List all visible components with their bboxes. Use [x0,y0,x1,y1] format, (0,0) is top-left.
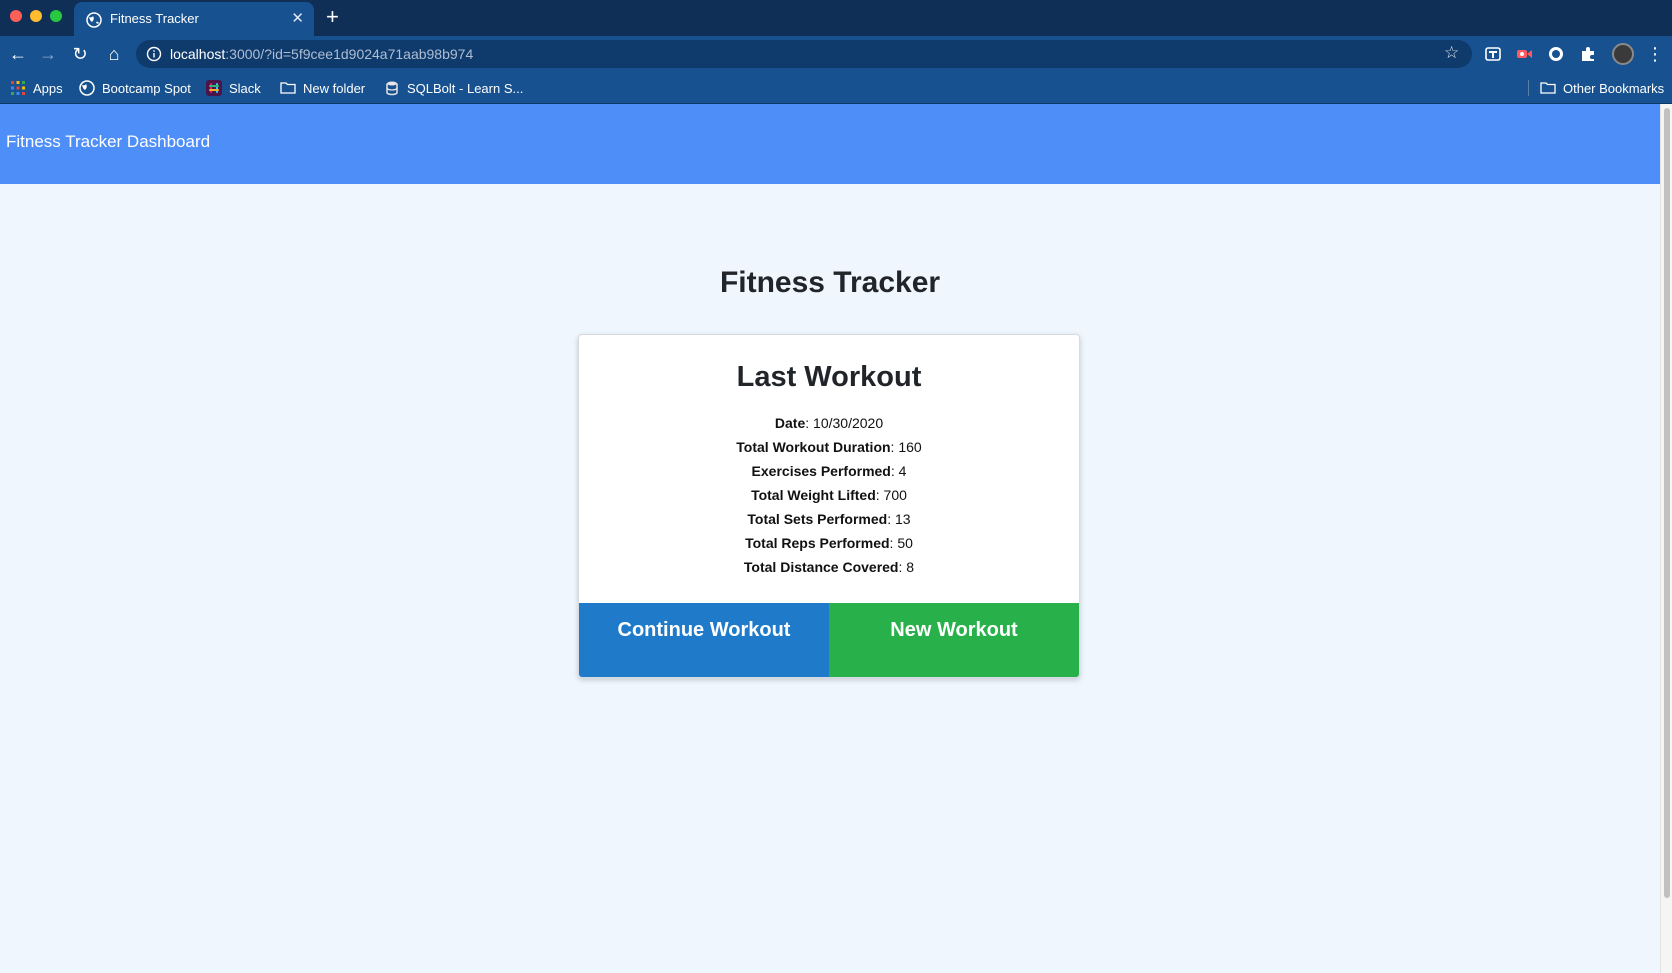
browser-toolbar: ← → ↻ ⌂ localhost:3000/?id=5f9cee1d9024a… [0,36,1672,72]
slack-icon [206,80,222,96]
new-tab-button[interactable]: + [326,5,339,29]
bookmark-bootcamp-spot[interactable]: Bootcamp Spot [79,78,191,98]
stat-value: 4 [898,463,907,479]
url-host: localhost [170,46,226,62]
last-workout-card: Last Workout Date: 10/30/2020 Total Work… [578,334,1080,678]
tab-close-icon[interactable]: ✕ [291,9,304,27]
reload-icon[interactable]: ↻ [70,44,90,64]
globe-icon [86,12,102,28]
bookmarks-bar: Apps Bootcamp Spot Slack New folder SQLB… [0,72,1672,104]
workout-stats: Date: 10/30/2020 Total Workout Duration:… [579,411,1079,579]
globe-icon [79,80,95,96]
navbar-brand[interactable]: Fitness Tracker Dashboard [6,132,210,152]
stat-value: 160 [898,439,922,455]
stat-label: Total Reps Performed [745,535,890,551]
window-close-button[interactable] [10,10,22,22]
bookmark-star-icon[interactable]: ☆ [1444,44,1462,62]
profile-avatar[interactable] [1612,43,1634,65]
bookmark-label: Slack [229,80,261,96]
continue-workout-button[interactable]: Continue Workout [579,603,829,677]
url-text: localhost:3000/?id=5f9cee1d9024a71aab98b… [170,46,473,62]
page-title: Fitness Tracker [719,266,941,299]
folder-icon [1540,82,1556,94]
puzzle-icon[interactable] [1579,45,1597,63]
stat-exercises-performed: Exercises Performed: 4 [751,463,907,479]
window-minimize-button[interactable] [30,10,42,22]
bookmark-sqlbolt[interactable]: SQLBolt - Learn S... [384,78,523,98]
stat-label: Total Distance Covered [743,559,899,575]
bookmark-label: Apps [33,80,63,96]
back-arrow-icon[interactable]: ← [8,44,28,64]
stat-value: 700 [883,487,907,503]
apps-grid-icon [11,81,25,95]
stat-label: Date [774,415,806,431]
window-zoom-button[interactable] [50,10,62,22]
stat-total-sets-performed: Total Sets Performed: 13 [747,511,911,527]
stat-total-workout-duration: Total Workout Duration: 160 [736,439,922,455]
screen-record-icon[interactable] [1515,45,1533,63]
stat-value: 13 [894,511,911,527]
stat-label: Exercises Performed [751,463,891,479]
info-icon[interactable] [146,46,162,62]
translate-icon[interactable] [1484,45,1502,63]
stat-value: 10/30/2020 [813,415,884,431]
stat-label: Total Sets Performed [747,511,888,527]
bookmark-label: Other Bookmarks [1563,80,1665,96]
stat-label: Total Workout Duration [736,439,891,455]
browser-menu-icon[interactable]: ⋮ [1646,44,1664,64]
browser-tab-bar: Fitness Tracker ✕ + [0,0,1672,36]
url-path: :3000/?id=5f9cee1d9024a71aab98b974 [225,46,474,62]
bookmark-new-folder[interactable]: New folder [280,78,365,98]
bookmark-label: SQLBolt - Learn S... [407,80,524,96]
home-icon[interactable]: ⌂ [104,44,124,64]
stat-total-distance-covered: Total Distance Covered: 8 [743,559,915,575]
tab-title: Fitness Tracker [110,11,199,26]
database-icon [386,81,398,96]
bookmark-apps[interactable]: Apps [10,78,63,98]
stat-value: 8 [906,559,915,575]
circle-extension-icon[interactable] [1547,45,1565,63]
stat-label: Total Weight Lifted [751,487,876,503]
stat-date: Date: 10/30/2020 [774,415,884,431]
stat-total-reps-performed: Total Reps Performed: 50 [745,535,913,551]
card-actions: Continue Workout New Workout [579,603,1079,677]
new-workout-button[interactable]: New Workout [829,603,1079,677]
browser-tab[interactable]: Fitness Tracker ✕ [74,2,314,36]
page-scrollbar[interactable] [1660,104,1672,973]
bookmarks-divider [1528,80,1529,96]
stat-total-weight-lifted: Total Weight Lifted: 700 [751,487,907,503]
bookmark-label: New folder [303,80,366,96]
forward-arrow-icon[interactable]: → [38,44,58,64]
app-navbar: Fitness Tracker Dashboard [0,104,1660,184]
scrollbar-thumb[interactable] [1664,108,1670,898]
stat-value: 50 [897,535,913,551]
folder-icon [280,82,296,94]
bookmark-label: Bootcamp Spot [102,80,191,96]
bookmark-slack[interactable]: Slack [206,78,261,98]
bookmark-other-bookmarks[interactable]: Other Bookmarks [1540,78,1664,98]
card-title: Last Workout [736,361,922,393]
address-bar[interactable]: localhost:3000/?id=5f9cee1d9024a71aab98b… [136,40,1472,68]
